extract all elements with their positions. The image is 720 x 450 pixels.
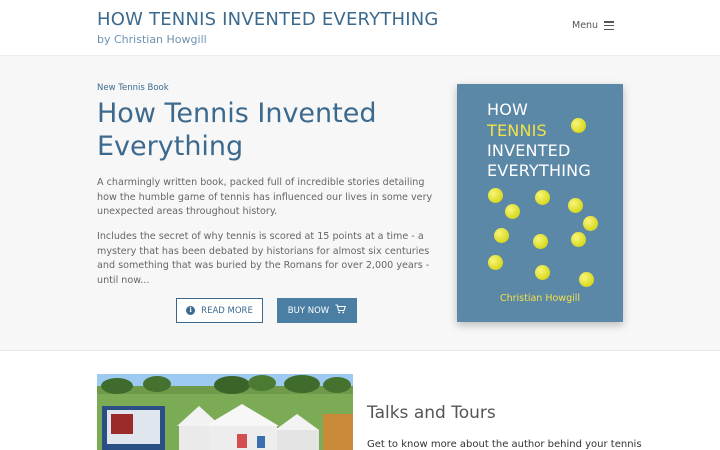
- cover-title-line: HOW: [487, 100, 529, 119]
- book-cover[interactable]: HOW TENNIS INVENTED EVERYTHING Christian…: [457, 84, 623, 322]
- tennis-ball-icon: [488, 188, 503, 203]
- cover-title-line: INVENTED: [487, 141, 571, 160]
- cover-author: Christian Howgill: [499, 293, 581, 304]
- cover-title-line: TENNIS: [487, 121, 547, 140]
- site-tagline: by Christian Howgill: [97, 33, 207, 46]
- tennis-ball-icon: [494, 228, 509, 243]
- hamburger-icon: [604, 21, 615, 30]
- hero-description: A charmingly written book, packed full o…: [97, 177, 433, 217]
- hero-teaser: Includes the secret of why tennis is sco…: [97, 231, 430, 286]
- buy-now-label: BUY NOW: [287, 305, 330, 316]
- tennis-ball-icon: [505, 204, 520, 219]
- tennis-ball-icon: [579, 272, 594, 287]
- hero-eyebrow: New Tennis Book: [97, 83, 169, 93]
- talks-intro: Get to know more about the author behind…: [367, 439, 642, 450]
- cover-title-line: EVERYTHING: [487, 161, 591, 180]
- talks-title: Talks and Tours: [367, 403, 496, 423]
- tennis-ball-icon: [571, 232, 586, 247]
- buy-now-button[interactable]: BUY NOW: [277, 298, 357, 323]
- menu-label: Menu: [572, 20, 599, 31]
- hero-title: How Tennis Invented Everything: [97, 98, 377, 162]
- site-title[interactable]: HOW TENNIS INVENTED EVERYTHING: [97, 9, 439, 30]
- menu-button[interactable]: Menu: [572, 20, 615, 31]
- tennis-ball-icon: [583, 216, 598, 231]
- tennis-ball-icon: [535, 265, 550, 280]
- tennis-ball-icon: [571, 118, 586, 133]
- tennis-ball-icon: [535, 190, 550, 205]
- tennis-ball-icon: [568, 198, 583, 213]
- hero-section: New Tennis Book How Tennis Invented Ever…: [0, 56, 720, 351]
- tennis-ball-icon: [488, 255, 503, 270]
- read-more-button[interactable]: i READ MORE: [176, 298, 263, 323]
- event-photo: [97, 374, 353, 450]
- read-more-label: READ MORE: [201, 305, 253, 316]
- site-header: HOW TENNIS INVENTED EVERYTHING by Christ…: [0, 0, 720, 56]
- info-icon: i: [186, 306, 196, 315]
- tennis-ball-icon: [533, 234, 548, 249]
- cart-icon: [335, 304, 347, 317]
